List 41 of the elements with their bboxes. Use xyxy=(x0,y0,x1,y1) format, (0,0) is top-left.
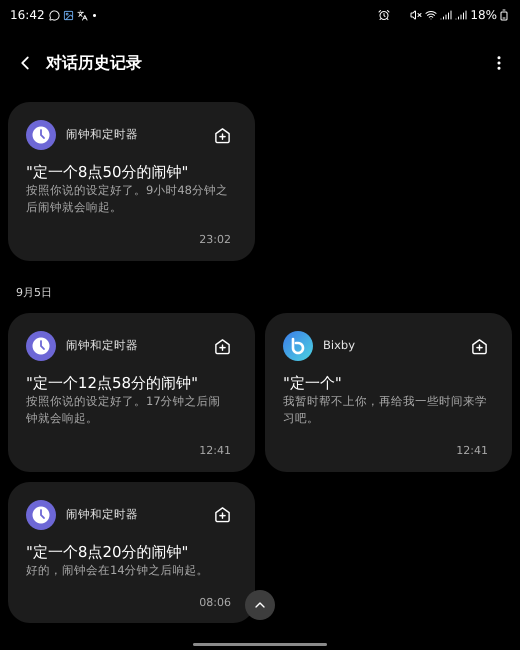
clock-icon xyxy=(26,500,56,530)
status-time: 16:42 xyxy=(10,7,45,24)
timestamp: 08:06 xyxy=(199,594,231,610)
app-name: Bixby xyxy=(323,337,356,354)
battery-percent: 18% xyxy=(470,7,497,24)
add-icon[interactable] xyxy=(214,126,231,144)
translate-icon xyxy=(76,10,88,20)
add-icon[interactable] xyxy=(214,338,231,354)
date-header: 9月5日 xyxy=(15,284,53,300)
request-text: "定一个" xyxy=(283,373,343,393)
alarm-icon xyxy=(378,9,390,21)
conversation-card[interactable]: 闹钟和定时器 "定一个8点20分的闹钟" 好的，闹钟会在14分钟之后响起。 08:06 xyxy=(8,482,255,623)
mute-icon xyxy=(410,9,422,21)
chat-icon xyxy=(48,10,60,20)
conversation-card[interactable]: 闹钟和定时器 "定一个8点50分的闹钟" 按照你说的设定好了。9小时48分钟之后闹钟就会响起。 23:02 xyxy=(8,102,255,260)
request-text: "定一个12点58分的闹钟" xyxy=(26,373,199,393)
add-icon[interactable] xyxy=(214,506,231,523)
page-title: 对话历史记录 xyxy=(46,52,143,74)
request-text: "定一个8点50分的闹钟" xyxy=(26,162,190,182)
add-icon[interactable] xyxy=(471,338,488,354)
clock-icon xyxy=(26,120,56,150)
reply-text: 按照你说的设定好了。9小时48分钟之后闹钟就会响起。 xyxy=(26,182,229,216)
app-name: 闹钟和定时器 xyxy=(66,337,139,354)
image-icon xyxy=(62,10,74,20)
timestamp: 12:41 xyxy=(456,443,488,459)
signal-icon xyxy=(440,9,452,21)
timestamp: 23:02 xyxy=(199,232,231,248)
signal-icon xyxy=(455,9,468,21)
reply-text: 我暂时帮不上你，再给我一些时间来学习吧。 xyxy=(283,393,488,427)
timestamp: 12:41 xyxy=(199,443,231,459)
conversation-card[interactable]: Bixby "定一个" 我暂时帮不上你，再给我一些时间来学习吧。 12:41 xyxy=(265,313,512,472)
app-name: 闹钟和定时器 xyxy=(66,506,139,523)
reply-text: 好的，闹钟会在14分钟之后响起。 xyxy=(26,562,210,578)
app-name: 闹钟和定时器 xyxy=(66,126,139,144)
bixby-logo-icon xyxy=(283,331,313,361)
clock-icon xyxy=(26,331,56,361)
request-text: "定一个8点20分的闹钟" xyxy=(26,542,190,562)
battery-icon xyxy=(498,9,510,21)
reply-text: 按照你说的设定好了。17分钟之后闹钟就会响起。 xyxy=(26,393,222,427)
conversation-card[interactable]: 闹钟和定时器 "定一个12点58分的闹钟" 按照你说的设定好了。17分钟之后闹钟就会响起。 12:41 xyxy=(8,313,255,472)
scroll-to-top-button[interactable] xyxy=(245,590,275,620)
